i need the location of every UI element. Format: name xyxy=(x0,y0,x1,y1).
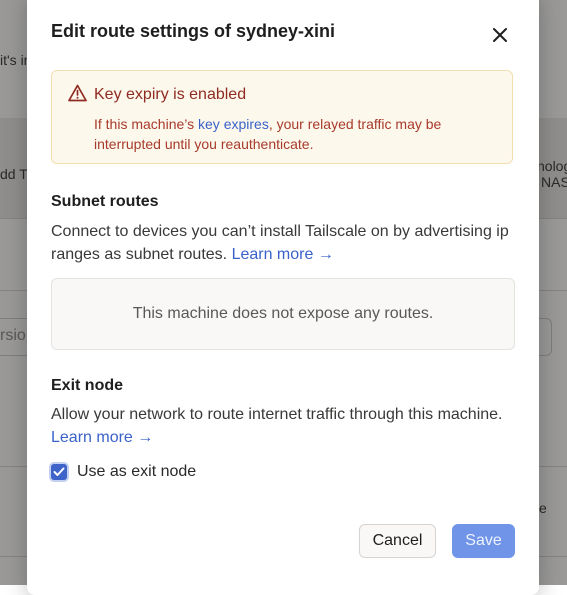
alert-body-text: If this machine’s xyxy=(94,116,199,132)
exit-node-description: Allow your network to route internet tra… xyxy=(51,404,521,449)
exit-node-checkbox-label[interactable]: Use as exit node xyxy=(77,463,196,481)
exit-node-checkbox[interactable] xyxy=(51,464,67,480)
key-expires-link[interactable]: key expires xyxy=(198,116,269,132)
dialog-title: Edit route settings of sydney-xini xyxy=(51,21,336,41)
alert-title: Key expiry is enabled xyxy=(94,86,247,103)
save-button[interactable]: Save xyxy=(452,524,515,558)
background-text: dd T xyxy=(0,166,28,182)
warning-triangle-icon xyxy=(68,84,87,102)
subnet-routes-heading: Subnet routes xyxy=(51,193,159,210)
exit-node-learn-more-link[interactable]: Learn more → xyxy=(51,429,153,446)
background-text: nolog xyxy=(537,158,567,174)
subnet-routes-description: Connect to devices you can’t install Tai… xyxy=(51,221,521,266)
exit-node-option: Use as exit node xyxy=(51,461,196,483)
background-text: rsio xyxy=(0,327,26,344)
route-settings-dialog: Edit route settings of sydney-xini Key e… xyxy=(27,0,539,595)
exit-node-heading: Exit node xyxy=(51,377,124,394)
background-text: e xyxy=(539,500,547,516)
checkmark-icon xyxy=(53,467,65,476)
alert-body: If this machine’s key expires, your rela… xyxy=(94,114,494,154)
key-expiry-alert: Key expiry is enabled If this machine’s … xyxy=(51,70,513,164)
subnet-learn-more-link[interactable]: Learn more → xyxy=(232,246,334,263)
routes-empty-text: This machine does not expose any routes. xyxy=(132,305,434,322)
cancel-button[interactable]: Cancel xyxy=(359,524,436,558)
exit-node-description-text: Allow your network to route internet tra… xyxy=(51,406,503,423)
background-text: NAS xyxy=(541,174,567,190)
routes-empty-state: This machine does not expose any routes. xyxy=(51,278,515,350)
close-icon[interactable] xyxy=(489,24,511,46)
